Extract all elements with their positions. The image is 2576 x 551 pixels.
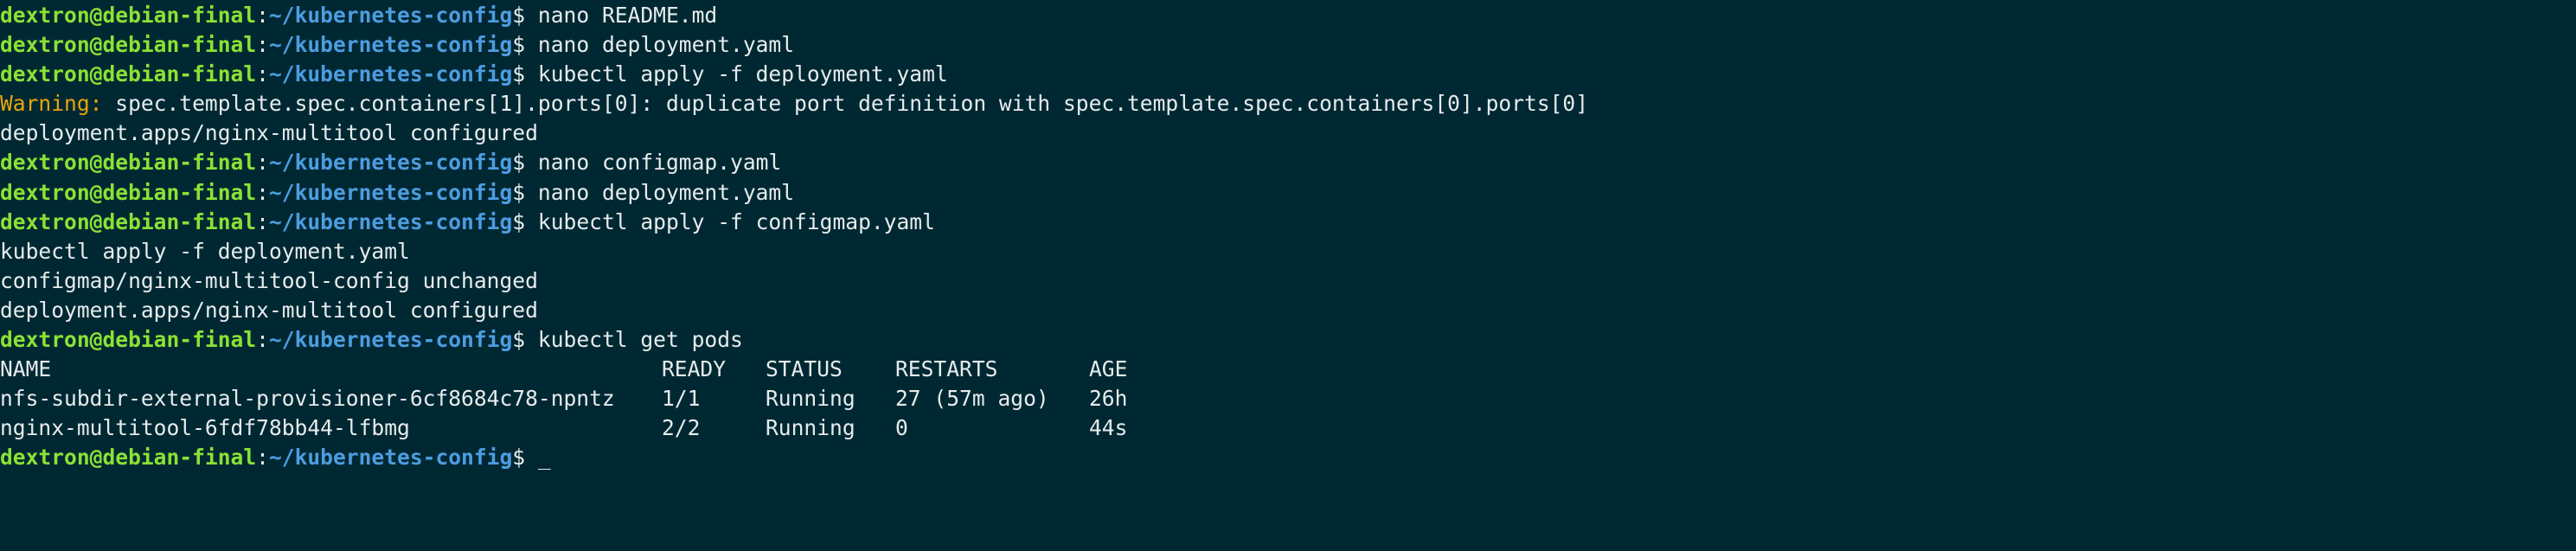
prompt-line: dextron@debian-final:~/kubernetes-config…	[0, 178, 2576, 208]
output-line: deployment.apps/nginx-multitool configur…	[0, 119, 2576, 148]
prompt-path: ~/kubernetes-config	[268, 3, 513, 28]
prompt-user-host: dextron@debian-final	[0, 61, 257, 87]
prompt-user-host: dextron@debian-final	[0, 32, 257, 58]
output-line: configmap/nginx-multitool-config unchang…	[0, 266, 2576, 296]
cell-col-age: 26h	[1089, 386, 1128, 412]
cell-col-ready: 1/1	[662, 386, 701, 412]
prompt-symbol: $	[512, 32, 538, 58]
prompt-line: dextron@debian-final:~/kubernetes-config…	[0, 148, 2576, 177]
prompt-separator: :	[256, 445, 269, 471]
prompt-line: dextron@debian-final:~/kubernetes-config…	[0, 325, 2576, 355]
prompt-symbol: $	[512, 445, 538, 471]
prompt-separator: :	[256, 208, 269, 234]
prompt-path: ~/kubernetes-config	[268, 208, 513, 234]
prompt-separator: :	[256, 3, 269, 28]
terminal-window[interactable]: dextron@debian-final:~/kubernetes-config…	[0, 0, 2576, 551]
cell-col-restarts: 0	[895, 415, 908, 441]
prompt-line: dextron@debian-final:~/kubernetes-config…	[0, 30, 2576, 60]
output-text: kubectl apply -f deployment.yaml	[0, 238, 410, 264]
prompt-user-host: dextron@debian-final	[0, 327, 257, 353]
prompt-symbol: $	[512, 327, 538, 353]
prompt-user-host: dextron@debian-final	[0, 3, 257, 28]
prompt-line: dextron@debian-final:~/kubernetes-config…	[0, 208, 2576, 237]
command-text: kubectl get pods	[537, 327, 743, 353]
prompt-line: dextron@debian-final:~/kubernetes-config…	[0, 443, 2576, 472]
warning-line: Warning: spec.template.spec.containers[1…	[0, 89, 2576, 119]
command-text: kubectl apply -f configmap.yaml	[537, 208, 935, 234]
cell-col-name: nfs-subdir-external-provisioner-6cf8684c…	[0, 386, 615, 412]
header-col-status: STATUS	[766, 356, 843, 382]
prompt-separator: :	[256, 179, 269, 205]
prompt-path: ~/kubernetes-config	[268, 179, 513, 205]
prompt-symbol: $	[512, 208, 538, 234]
output-text: deployment.apps/nginx-multitool configur…	[0, 120, 538, 146]
prompt-user-host: dextron@debian-final	[0, 208, 257, 234]
prompt-path: ~/kubernetes-config	[268, 150, 513, 176]
prompt-separator: :	[256, 327, 269, 353]
prompt-path: ~/kubernetes-config	[268, 61, 513, 87]
prompt-line: dextron@debian-final:~/kubernetes-config…	[0, 60, 2576, 89]
cell-col-age: 44s	[1089, 415, 1128, 441]
table-header-row: NAME READY STATUS RESTARTS AGE	[0, 355, 2576, 384]
cell-col-name: nginx-multitool-6fdf78bb44-lfbmg	[0, 415, 410, 441]
prompt-symbol: $	[512, 150, 538, 176]
output-line: kubectl apply -f deployment.yaml	[0, 237, 2576, 266]
table-row: nginx-multitool-6fdf78bb44-lfbmg 2/2 Runni…	[0, 413, 2576, 443]
cell-col-restarts: 27 (57m ago)	[895, 386, 1049, 412]
header-col-restarts: RESTARTS	[895, 356, 998, 382]
prompt-separator: :	[256, 61, 269, 87]
prompt-user-host: dextron@debian-final	[0, 179, 257, 205]
header-col-ready: READY	[662, 356, 727, 382]
prompt-path: ~/kubernetes-config	[268, 327, 513, 353]
header-col-age: AGE	[1089, 356, 1128, 382]
prompt-symbol: $	[512, 3, 538, 28]
prompt-line: dextron@debian-final:~/kubernetes-config…	[0, 1, 2576, 30]
prompt-path: ~/kubernetes-config	[268, 32, 513, 58]
prompt-separator: :	[256, 150, 269, 176]
command-text: nano configmap.yaml	[537, 150, 782, 176]
prompt-symbol: $	[512, 61, 538, 87]
prompt-path: ~/kubernetes-config	[268, 445, 513, 471]
header-col-name: NAME	[0, 356, 52, 382]
cell-col-status: Running	[766, 415, 855, 441]
terminal-cursor[interactable]: _	[538, 445, 551, 470]
cell-col-status: Running	[766, 386, 855, 412]
command-text: kubectl apply -f deployment.yaml	[537, 61, 948, 87]
prompt-user-host: dextron@debian-final	[0, 150, 257, 176]
output-line: deployment.apps/nginx-multitool configur…	[0, 296, 2576, 325]
warning-label: Warning:	[0, 91, 103, 117]
command-text: nano deployment.yaml	[537, 32, 795, 58]
command-text: nano README.md	[537, 3, 718, 28]
output-text: configmap/nginx-multitool-config unchang…	[0, 267, 538, 293]
output-text: deployment.apps/nginx-multitool configur…	[0, 297, 538, 323]
prompt-separator: :	[256, 32, 269, 58]
warning-message: spec.template.spec.containers[1].ports[0…	[102, 91, 1589, 117]
prompt-user-host: dextron@debian-final	[0, 445, 257, 471]
prompt-symbol: $	[512, 179, 538, 205]
table-row: nfs-subdir-external-provisioner-6cf8684c…	[0, 384, 2576, 413]
cell-col-ready: 2/2	[662, 415, 701, 441]
command-text: nano deployment.yaml	[537, 179, 795, 205]
